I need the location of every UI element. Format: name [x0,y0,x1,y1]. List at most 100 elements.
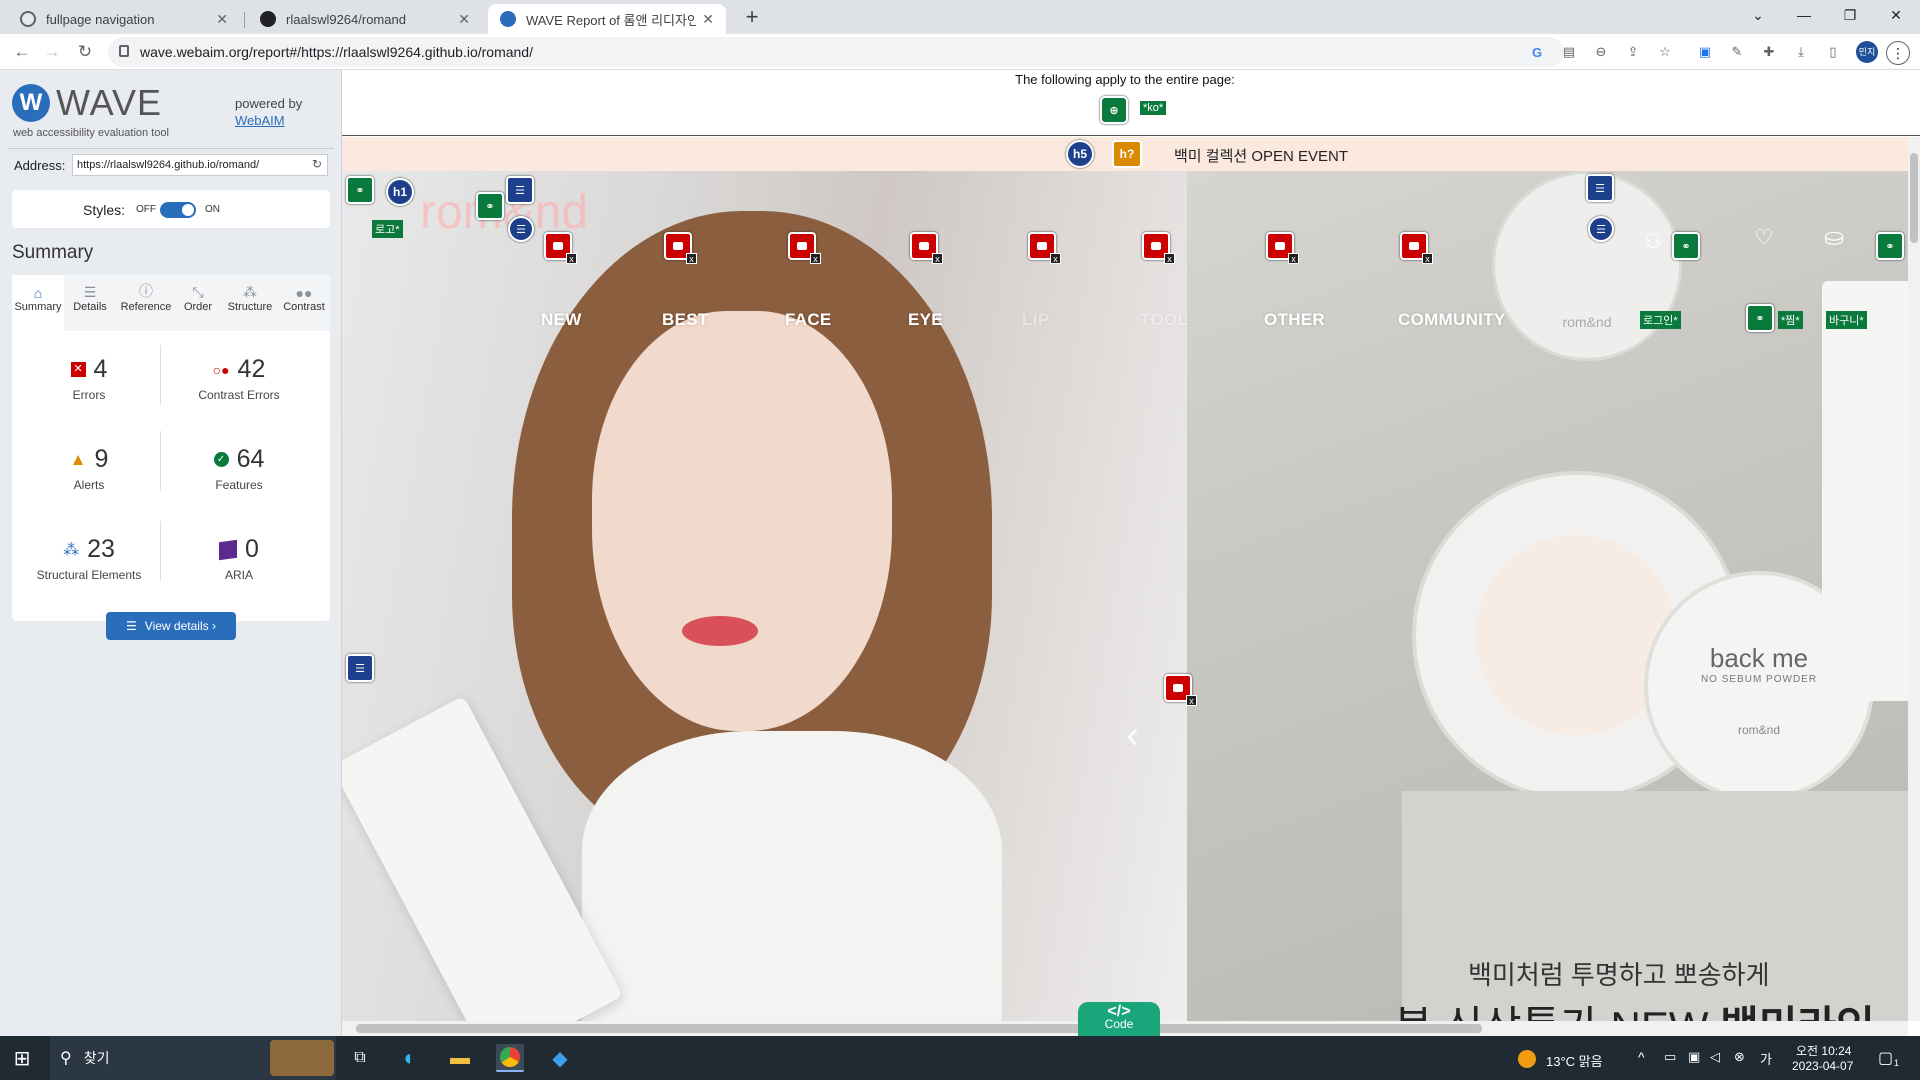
monitor-icon[interactable]: ▣ [1688,1049,1700,1065]
share-icon[interactable]: ⇪ [1624,43,1642,61]
wish-alt-badge[interactable]: *찜* [1778,311,1803,329]
download-icon[interactable]: ⤓ [1792,43,1810,61]
extensions-puzzle-icon[interactable]: ✚ [1760,43,1778,61]
file-explorer-icon[interactable]: ▬ [446,1044,474,1072]
cast-icon[interactable]: ▣ [1696,43,1714,61]
aria-count[interactable]: 0 ARIA [174,535,304,582]
tray-chevron-icon[interactable]: ^ [1638,1049,1645,1065]
wave-link-feature-icon[interactable]: ⚭ [1672,232,1700,260]
close-tab-icon[interactable]: ✕ [458,11,470,28]
styles-toggle[interactable] [160,202,196,218]
login-alt-badge[interactable]: 로그인* [1640,311,1681,329]
tab-order[interactable]: ⤡ Order [172,275,224,331]
tab-reference[interactable]: ⓘ Reference [118,275,174,331]
notification-icon[interactable]: ▢ [1878,1048,1893,1068]
list-structure-icon[interactable]: ☰ [508,216,534,242]
nav-tool[interactable]: TOOL [1140,310,1188,330]
structural-count[interactable]: ⁂ 23 Structural Elements [24,535,154,582]
speaker-icon[interactable]: ◁ [1710,1049,1720,1065]
minimize-button[interactable]: — [1782,0,1826,30]
tab-contrast[interactable]: ●● Contrast [278,275,330,331]
reload-icon[interactable]: ↻ [75,42,95,62]
new-tab-button[interactable]: + [738,4,766,30]
profile-avatar[interactable]: 민지 [1856,41,1878,63]
webaim-link[interactable]: WebAIM [235,113,285,128]
address-input[interactable]: https://rlaalswl9264.github.io/romand/ ↻ [72,154,328,176]
tab-structure[interactable]: ⁂ Structure [224,275,276,331]
wave-link-feature-icon[interactable]: ⚭ [1746,304,1774,332]
nav-lip[interactable]: LIP [1022,310,1049,330]
heading-h1-icon[interactable]: h1 [386,178,414,206]
bookmark-star-icon[interactable]: ☆ [1656,43,1674,61]
contrast-errors-count[interactable]: ○● 42 Contrast Errors [174,355,304,402]
taskbar-search-box[interactable]: ⚲ 찾기 [50,1036,336,1080]
styles-label: Styles: [83,202,126,218]
alerts-count[interactable]: ▲ 9 Alerts [24,445,154,492]
vertical-scrollbar[interactable] [1908,137,1920,1021]
shopping-bag-icon[interactable]: ⛀ [1824,223,1844,252]
extension-pen-icon[interactable]: ✎ [1728,43,1746,61]
vscode-icon[interactable]: ◆ [546,1044,574,1072]
possible-heading-alert-icon[interactable]: h? [1112,140,1142,168]
language-badge[interactable]: *ko* [1140,101,1167,115]
zoom-icon[interactable]: ⊖ [1592,43,1610,61]
forward-arrow-icon[interactable]: → [42,42,62,62]
tab-wave-report[interactable]: WAVE Report of 롬앤 리디자인 ✕ [488,4,726,34]
tab-fullpage-navigation[interactable]: fullpage navigation ✕ [8,4,240,34]
ime-icon[interactable]: 가 [1760,1049,1772,1068]
slider-prev-arrow[interactable]: ‹ [1126,713,1139,758]
features-count[interactable]: ✓ 64 Features [174,445,304,492]
list-structure-icon[interactable]: ☰ [346,654,374,682]
back-arrow-icon[interactable]: ← [12,42,32,62]
edge-icon[interactable]: ◐ [396,1044,424,1072]
tab-search-icon[interactable]: ⌄ [1736,0,1780,30]
wave-link-feature-icon[interactable]: ⚭ [476,192,504,220]
language-globe-icon[interactable]: ⊕ [1100,96,1128,124]
close-tab-icon[interactable]: ✕ [702,11,714,28]
hero-slider[interactable]: rom&nd back me NO SEBUM POWDER rom&nd ro… [342,171,1908,1021]
maximize-button[interactable]: ❐ [1828,0,1872,30]
network-icon[interactable]: ▭ [1664,1049,1676,1065]
windows-start-icon[interactable]: ⊞ [8,1044,36,1072]
code-toggle-tab[interactable]: </> Code [1078,1002,1160,1036]
google-icon[interactable]: G [1528,43,1546,61]
close-window-button[interactable]: ✕ [1874,0,1918,30]
mute-icon[interactable]: ⊗ [1734,1049,1745,1065]
vertical-scroll-thumb[interactable] [1910,153,1918,243]
nav-other[interactable]: OTHER [1264,310,1325,330]
wave-link-feature-icon[interactable]: ⚭ [346,176,374,204]
list-structure-icon[interactable]: ☰ [1586,174,1614,202]
tab-details[interactable]: ☰ Details [64,275,116,331]
weather-sun-icon[interactable] [1518,1050,1536,1068]
nav-best[interactable]: BEST [662,310,709,330]
refresh-icon[interactable]: ↻ [312,157,322,171]
list-structure-icon[interactable]: ☰ [506,176,534,204]
wave-link-feature-icon[interactable]: ⚭ [1876,232,1904,260]
horizontal-scroll-thumb[interactable] [356,1024,1482,1033]
heading-h5-icon[interactable]: h5 [1066,140,1094,168]
user-icon[interactable]: ⚇ [1644,229,1662,254]
view-details-button[interactable]: ☰ View details › [106,612,236,640]
translate-icon[interactable]: ▤ [1560,43,1578,61]
cart-alt-badge[interactable]: 바구니* [1826,311,1867,329]
clock-time[interactable]: 오전 10:24 [1796,1042,1851,1059]
nav-eye[interactable]: EYE [908,310,943,330]
task-view-icon[interactable]: ⧉ [346,1044,374,1072]
address-bar[interactable]: wave.webaim.org/report#/https://rlaalswl… [108,37,1564,67]
menu-kebab-icon[interactable]: ⋮ [1886,41,1910,65]
tab-github-romand[interactable]: rlaalswl9264/romand ✕ [248,4,482,34]
nav-face[interactable]: FACE [785,310,832,330]
nav-new[interactable]: NEW [541,310,582,330]
nav-community[interactable]: COMMUNITY [1398,310,1506,330]
list-structure-icon[interactable]: ☰ [1588,216,1614,242]
heart-icon[interactable]: ♡ [1754,225,1774,251]
weather-text[interactable]: 13°C 맑음 [1546,1051,1603,1070]
tab-summary[interactable]: ⌂ Summary [12,275,64,331]
event-banner[interactable]: h5 h? 백미 컬렉션 OPEN EVENT [342,137,1908,171]
logo-alt-badge[interactable]: 로고* [372,220,403,238]
clock-date[interactable]: 2023-04-07 [1792,1059,1853,1073]
errors-count[interactable]: ✕ 4 Errors [24,355,154,402]
close-tab-icon[interactable]: ✕ [216,11,228,28]
chrome-icon[interactable] [496,1044,524,1072]
sidepanel-icon[interactable]: ▯ [1824,43,1842,61]
